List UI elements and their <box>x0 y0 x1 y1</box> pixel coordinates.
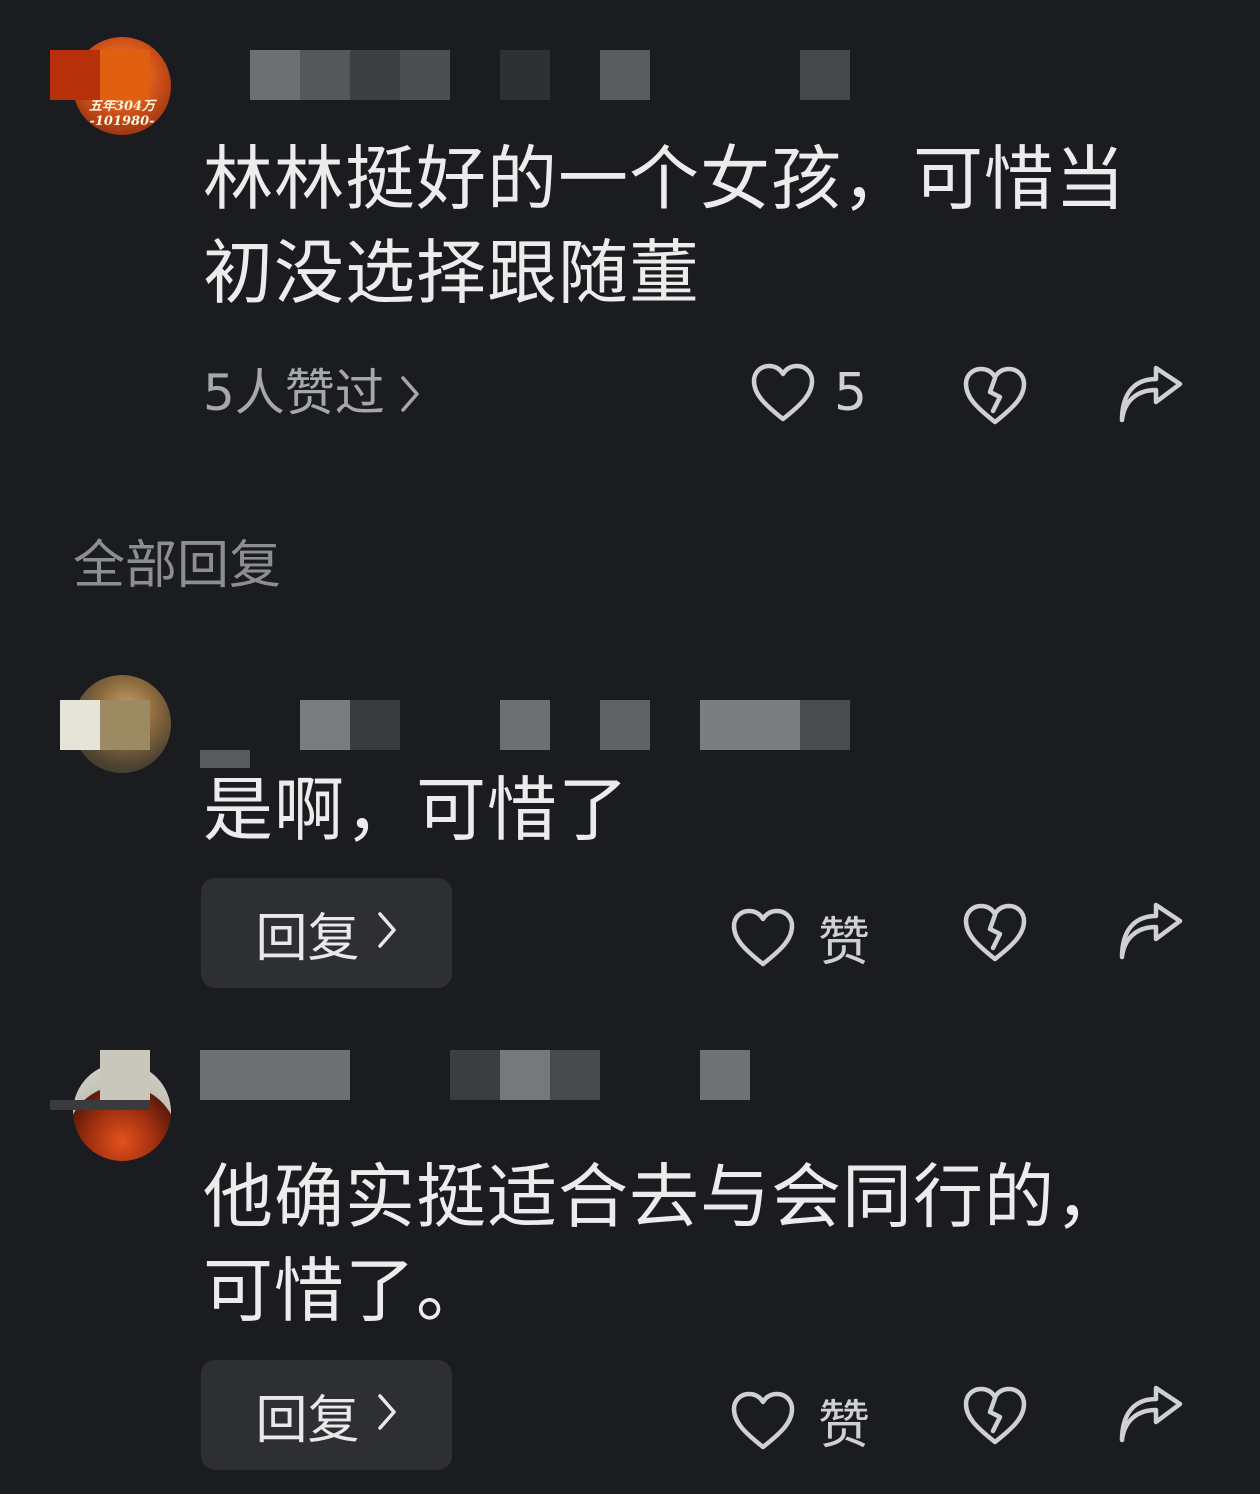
chevron-right-icon <box>399 364 421 430</box>
reply-label: 回复 <box>255 1390 360 1451</box>
privacy-mosaic <box>500 1050 550 1100</box>
privacy-mosaic <box>700 700 800 750</box>
heart-icon <box>730 1390 796 1452</box>
privacy-mosaic <box>50 1100 150 1110</box>
likers-label: 5人赞过 <box>203 364 385 422</box>
share-icon <box>1116 901 1186 963</box>
privacy-mosaic <box>800 700 850 750</box>
dislike-button[interactable] <box>962 364 1028 428</box>
privacy-mosaic <box>100 1050 150 1100</box>
likers-link[interactable]: 5人赞过 <box>203 360 421 430</box>
chevron-right-icon <box>376 903 398 963</box>
like-label: 赞 <box>818 913 871 973</box>
share-button[interactable] <box>1116 1384 1186 1446</box>
dislike-button[interactable] <box>962 1384 1028 1448</box>
privacy-mosaic <box>400 50 450 100</box>
share-button[interactable] <box>1116 364 1186 426</box>
dislike-button[interactable] <box>962 901 1028 965</box>
broken-heart-icon <box>962 364 1028 428</box>
reply-button[interactable]: 回复 <box>201 1360 452 1470</box>
privacy-mosaic <box>600 700 650 750</box>
privacy-mosaic <box>500 700 550 750</box>
privacy-mosaic <box>350 50 400 100</box>
privacy-mosaic <box>200 1050 350 1100</box>
privacy-mosaic <box>100 700 150 750</box>
reply-button[interactable]: 回复 <box>201 878 452 988</box>
heart-icon <box>730 907 796 969</box>
reply-text: 他确实挺适合去与会同行的， 可惜了。 <box>203 1156 1126 1332</box>
privacy-mosaic <box>300 50 350 100</box>
like-label: 赞 <box>818 1396 871 1456</box>
reply-text: 是啊，可惜了 <box>203 769 629 851</box>
share-button[interactable] <box>1116 901 1186 963</box>
privacy-mosaic <box>100 50 150 100</box>
privacy-mosaic <box>800 50 850 100</box>
section-title: 全部回复 <box>73 536 282 596</box>
privacy-mosaic <box>350 700 400 750</box>
like-button[interactable]: 5 <box>750 362 867 424</box>
privacy-mosaic <box>300 700 350 750</box>
heart-icon <box>750 362 816 424</box>
reply-label: 回复 <box>255 908 360 969</box>
like-count: 5 <box>834 363 868 423</box>
broken-heart-icon <box>962 1384 1028 1448</box>
privacy-mosaic <box>550 1050 600 1100</box>
avatar-caption: 五年304万 -101980- <box>88 99 156 129</box>
privacy-mosaic <box>450 1050 500 1100</box>
share-icon <box>1116 1384 1186 1446</box>
privacy-mosaic <box>600 50 650 100</box>
privacy-mosaic <box>500 50 550 100</box>
chevron-right-icon <box>376 1385 398 1445</box>
privacy-mosaic <box>50 50 100 100</box>
privacy-mosaic <box>700 1050 750 1100</box>
share-icon <box>1116 364 1186 426</box>
privacy-mosaic <box>250 50 300 100</box>
like-button[interactable]: 赞 <box>730 1383 870 1458</box>
broken-heart-icon <box>962 901 1028 965</box>
like-button[interactable]: 赞 <box>730 900 870 975</box>
comment-text: 林林挺好的一个女孩，可惜当 初没选择跟随董 <box>203 138 1126 314</box>
